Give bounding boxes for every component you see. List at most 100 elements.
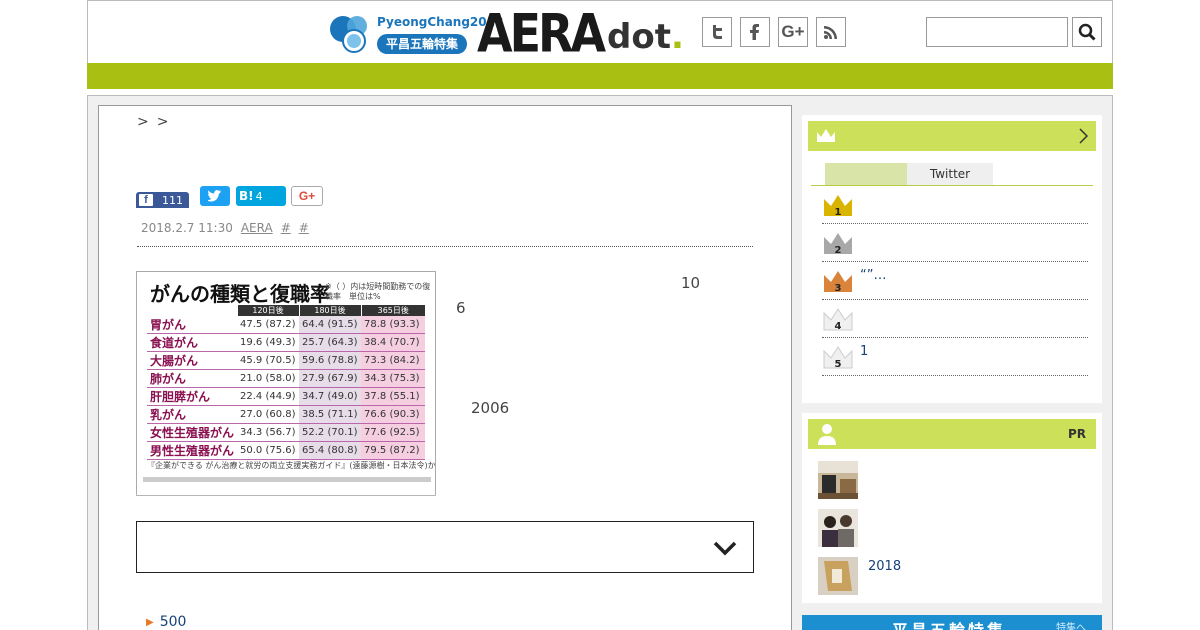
facebook-share-count: 111 [162, 193, 183, 207]
article-date: 2018.2.7 11:30 [141, 221, 233, 235]
brand-dot: . [671, 17, 684, 57]
aera-dot-logo[interactable]: AERA dot. [477, 2, 684, 64]
pr-item-text[interactable]: 2018 [868, 559, 901, 574]
brand-sub-text: dot [607, 17, 671, 57]
table-cell: 38.5 (71.1) [299, 405, 362, 424]
olympic-special-banner[interactable]: 平昌五輪特集 特集へ [802, 615, 1102, 630]
hatena-bookmark-button[interactable]: B! 4 [236, 186, 286, 206]
rank-badge: 1 [822, 194, 854, 220]
facebook-button[interactable] [740, 17, 770, 47]
figure-header-cell: 120日後 [236, 305, 300, 316]
google-plus-share-button[interactable]: G+ [291, 186, 323, 206]
article-paragraph: 2006 [456, 399, 900, 417]
ranking-panel: Twitter 1 2 3 “”… 4 5 1 [802, 115, 1102, 403]
ranking-item[interactable]: 5 1 [822, 338, 1088, 376]
pr-thumbnail[interactable] [818, 557, 858, 595]
table-cell: 77.6 (92.5) [361, 423, 426, 442]
article-figure[interactable]: がんの種類と復職率 ※（ ）内は短時間勤務での復職率 単位は% 120日後 18… [136, 271, 436, 496]
table-cell: 25.7 (64.3) [299, 333, 362, 352]
book-thumbnail [818, 557, 858, 595]
figure-header-cell: 365日後 [360, 305, 426, 316]
article-paragraph: 10 6 [456, 274, 1051, 317]
rss-icon [824, 26, 837, 39]
article-tag-link[interactable]: # [299, 221, 309, 235]
cancer-type: 肝胆膵がん [147, 387, 238, 406]
cancer-type: 男性生殖器がん [147, 441, 238, 460]
rank-badge: 5 [822, 346, 854, 372]
ranking-header[interactable] [808, 121, 1096, 151]
table-cell: 37.8 (55.1) [361, 387, 426, 406]
twitter-share-button[interactable] [200, 186, 230, 206]
ranking-title: “”… [860, 268, 887, 283]
site-header: PyeongChang2018 平昌五輪特集 AERA dot. G+ [87, 0, 1113, 64]
table-cell: 45.9 (70.5) [237, 351, 300, 370]
table-cell: 73.3 (84.2) [361, 351, 426, 370]
table-cell: 52.2 (70.1) [299, 423, 362, 442]
tab-access-ranking[interactable] [825, 163, 907, 185]
olympic-special-logo[interactable]: PyeongChang2018 平昌五輪特集 [329, 12, 503, 56]
table-cell: 21.0 (58.0) [237, 369, 300, 388]
twitter-icon [713, 25, 722, 39]
ranking-item[interactable]: 4 [822, 300, 1088, 338]
rank-badge: 3 [822, 270, 854, 296]
table-cell: 27.9 (67.9) [299, 369, 362, 388]
rank-number: 1 [834, 207, 842, 218]
banner-title: 平昌五輪特集 [892, 617, 1006, 630]
facebook-icon [750, 24, 759, 40]
table-cell: 64.4 (91.5) [299, 316, 362, 334]
article-meta: 2018.2.7 11:30 AERA # # [141, 221, 309, 235]
figure-title: がんの種類と復職率 [150, 282, 330, 306]
table-cell: 59.6 (78.8) [299, 351, 362, 370]
read-more-button[interactable] [136, 521, 754, 573]
google-plus-button[interactable]: G+ [778, 17, 808, 47]
table-cell: 79.5 (87.2) [361, 441, 426, 460]
table-row: 乳がん 27.0 (60.8) 38.5 (71.1) 76.6 (90.3) [147, 405, 426, 424]
brand-sub: dot. [607, 17, 684, 57]
table-cell: 22.4 (44.9) [237, 387, 300, 406]
table-cell: 34.3 (75.3) [361, 369, 426, 388]
article-tag-link[interactable]: # [281, 221, 291, 235]
pr-label: PR [1067, 427, 1086, 441]
search-input[interactable] [926, 17, 1068, 47]
breadcrumb-separator: > [156, 114, 169, 130]
olympic-rings-icon [330, 16, 367, 53]
rank-badge: 2 [822, 232, 854, 258]
pr-thumbnail[interactable] [818, 509, 858, 547]
table-row: 男性生殖器がん 50.0 (75.6) 65.4 (80.8) 79.5 (87.2) [147, 441, 426, 460]
cancer-type: 女性生殖器がん [147, 423, 238, 442]
room-thumbnail [818, 461, 858, 499]
figure-note: ※（ ）内は短時間勤務での復職率 単位は% [325, 282, 431, 301]
table-cell: 65.4 (80.8) [299, 441, 362, 460]
ranking-item[interactable]: 2 [822, 224, 1088, 262]
rss-button[interactable] [816, 17, 846, 47]
related-link[interactable]: ▶ 500 [146, 614, 186, 630]
chevron-down-icon [713, 541, 737, 556]
related-link-label: 500 [159, 614, 187, 630]
twitter-button[interactable] [702, 17, 732, 47]
ranking-item[interactable]: 3 “”… [822, 262, 1088, 300]
figure-header-cell [147, 305, 238, 316]
table-cell: 34.7 (49.0) [299, 387, 362, 406]
table-cell: 34.3 (56.7) [237, 423, 300, 442]
person-icon [818, 424, 836, 445]
article-source-link[interactable]: AERA [241, 221, 273, 235]
banner-subtitle: 特集へ [1056, 623, 1086, 630]
ranking-item[interactable]: 1 [822, 186, 1088, 224]
twitter-bird-icon [208, 190, 222, 202]
table-cell: 27.0 (60.8) [237, 405, 300, 424]
table-row: 胃がん 47.5 (87.2) 64.4 (91.5) 78.8 (93.3) [147, 316, 426, 334]
search-icon [1078, 23, 1096, 41]
figure-footer-bar [143, 477, 431, 482]
pr-header: PR [808, 419, 1096, 449]
table-cell: 19.6 (49.3) [237, 333, 300, 352]
facebook-share-button[interactable]: f 111 [136, 192, 189, 208]
triangle-right-icon: ▶ [146, 616, 154, 628]
tab-twitter-ranking[interactable]: Twitter [907, 163, 993, 185]
pr-thumbnail[interactable] [818, 461, 858, 499]
google-plus-icon: G+ [781, 22, 805, 41]
rank-badge: 4 [822, 308, 854, 334]
people-thumbnail [818, 509, 858, 547]
facebook-icon: f [139, 194, 153, 206]
table-cell: 50.0 (75.6) [237, 441, 300, 460]
search-button[interactable] [1072, 17, 1102, 47]
